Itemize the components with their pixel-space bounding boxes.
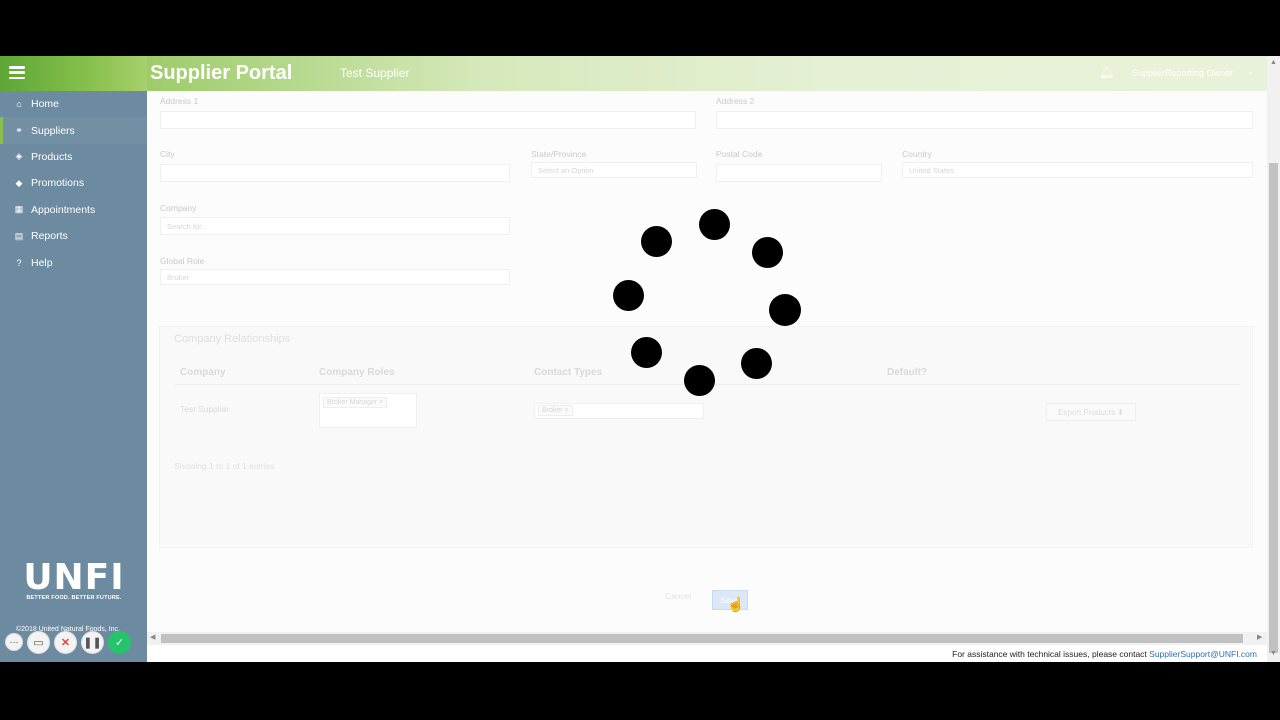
city-input[interactable] bbox=[160, 164, 510, 182]
unfi-logo: UNFI BETTER FOOD. BETTER FUTURE. bbox=[22, 557, 126, 602]
column-header-default[interactable]: Default? bbox=[887, 367, 927, 378]
chevron-down-icon[interactable]: ⌄ bbox=[1247, 66, 1255, 77]
close-icon[interactable]: ✕ bbox=[54, 631, 77, 654]
postal-input[interactable] bbox=[716, 164, 882, 182]
recorder-toolbar: ⋯ ▭ ✕ ❚❚ ✓ bbox=[5, 631, 131, 654]
sidebar-item-label: Products bbox=[31, 150, 73, 163]
sidebar-item-home[interactable]: ⌂ Home bbox=[0, 91, 147, 117]
column-header-company-roles[interactable]: Company Roles bbox=[319, 367, 395, 378]
check-icon[interactable]: ✓ bbox=[108, 631, 131, 654]
sidebar-header bbox=[0, 56, 147, 91]
global-role-select[interactable]: Broker bbox=[160, 269, 510, 285]
main-content: Address 1 Address 2 City State/Province … bbox=[147, 91, 1267, 637]
company-search-input[interactable]: Search for... bbox=[160, 217, 510, 235]
scroll-down-icon[interactable]: ▼ bbox=[1270, 650, 1277, 657]
footer: For assistance with technical issues, pl… bbox=[147, 647, 1267, 662]
panel-title: Company Relationships bbox=[174, 333, 291, 345]
current-supplier: Test Supplier bbox=[340, 66, 410, 80]
city-label: City bbox=[160, 149, 175, 159]
tag-icon: ◆ bbox=[15, 177, 23, 188]
calendar-icon: ▦ bbox=[14, 204, 24, 215]
sidebar-item-promotions[interactable]: ◆ Promotions bbox=[0, 170, 147, 196]
row-company: Test Supplier bbox=[180, 404, 230, 414]
sidebar-item-label: Appointments bbox=[31, 203, 96, 216]
scroll-right-icon[interactable]: ▶ bbox=[1257, 633, 1262, 641]
vertical-scrollbar[interactable]: ▲ ▼ bbox=[1267, 56, 1280, 662]
contact-chip[interactable]: Broker × bbox=[538, 405, 573, 416]
sidebar-item-products[interactable]: ◈ Products bbox=[0, 144, 147, 170]
scroll-left-icon[interactable]: ◀ bbox=[150, 633, 155, 641]
hand-cursor-icon: ☝ bbox=[727, 596, 745, 612]
address1-label: Address 1 bbox=[160, 96, 199, 106]
letterbox-bottom bbox=[0, 662, 1280, 720]
sidebar-item-label: Promotions bbox=[31, 177, 85, 190]
home-icon: ⌂ bbox=[16, 99, 22, 110]
page-title: Supplier Portal bbox=[150, 62, 293, 84]
sidebar-item-suppliers[interactable]: ⚭ Suppliers bbox=[0, 117, 147, 144]
bell-icon[interactable]: 🔔︎ bbox=[1099, 65, 1114, 79]
column-header-contact-types[interactable]: Contact Types bbox=[534, 367, 602, 378]
horizontal-scrollbar[interactable]: ◀ ▶ bbox=[147, 632, 1267, 645]
company-relationships-panel: Company Relationships Company Company Ro… bbox=[159, 326, 1253, 548]
sidebar-item-reports[interactable]: ▤ Reports bbox=[0, 223, 147, 249]
logo-tagline: BETTER FOOD. BETTER FUTURE. bbox=[26, 595, 122, 601]
user-menu[interactable]: SupplierReporting Owner bbox=[1132, 68, 1233, 78]
address2-label: Address 2 bbox=[716, 96, 755, 106]
app-window: ⌂ Home ⚭ Suppliers ◈ Products ◆ Promotions ▦… bbox=[0, 56, 1280, 662]
country-label: Country bbox=[902, 149, 932, 159]
company-roles-box[interactable]: Broker Manager × bbox=[319, 393, 417, 428]
company-label: Company bbox=[160, 203, 197, 213]
sidebar-item-label: Suppliers bbox=[31, 124, 75, 137]
products-icon: ◈ bbox=[15, 151, 23, 162]
state-label: State/Province bbox=[531, 149, 587, 159]
suppliers-icon: ⚭ bbox=[15, 125, 23, 136]
footer-text: For assistance with technical issues, pl… bbox=[952, 649, 1150, 659]
column-header-company[interactable]: Company bbox=[180, 367, 226, 378]
horizontal-scroll-thumb[interactable] bbox=[161, 634, 1243, 643]
table-info: Showing 1 to 1 of 1 entries bbox=[174, 461, 275, 471]
postal-label: Postal Code bbox=[716, 149, 763, 159]
sidebar-item-label: Home bbox=[31, 98, 60, 111]
logo-text: UNFI bbox=[23, 557, 125, 598]
help-icon: ? bbox=[16, 257, 22, 268]
global-role-label: Global Role bbox=[160, 256, 205, 266]
sidebar-item-appointments[interactable]: ▦ Appointments bbox=[0, 197, 147, 223]
scroll-up-icon[interactable]: ▲ bbox=[1270, 59, 1277, 66]
sidebar: ⌂ Home ⚭ Suppliers ◈ Products ◆ Promotions ▦… bbox=[0, 56, 147, 662]
role-chip[interactable]: Broker Manager × bbox=[323, 397, 388, 408]
country-select[interactable]: United States bbox=[902, 162, 1253, 178]
report-icon: ▤ bbox=[14, 230, 24, 241]
address1-input[interactable] bbox=[160, 111, 696, 129]
sidebar-item-help[interactable]: ? Help bbox=[0, 249, 147, 275]
hamburger-menu-icon[interactable] bbox=[9, 66, 25, 79]
cancel-button[interactable]: Cancel bbox=[665, 591, 691, 601]
camera-icon[interactable]: ▭ bbox=[27, 631, 50, 654]
contact-types-box[interactable]: Broker × bbox=[534, 403, 704, 419]
address2-input[interactable] bbox=[716, 111, 1253, 129]
pause-icon[interactable]: ❚❚ bbox=[81, 631, 104, 654]
export-products-button[interactable]: Export Products ⬇ bbox=[1046, 403, 1136, 421]
top-header: Supplier Portal Test Supplier 🔔︎ Supplie… bbox=[147, 56, 1267, 91]
state-select[interactable]: Select an Option bbox=[531, 162, 697, 178]
support-email-link[interactable]: SupplierSupport@UNFI.com bbox=[1149, 649, 1257, 659]
more-icon[interactable]: ⋯ bbox=[5, 633, 23, 651]
sidebar-nav: ⌂ Home ⚭ Suppliers ◈ Products ◆ Promotions ▦… bbox=[0, 91, 147, 276]
vertical-scroll-thumb[interactable] bbox=[1269, 163, 1278, 653]
sidebar-item-label: Help bbox=[31, 256, 53, 269]
header-divider bbox=[174, 384, 1240, 385]
sidebar-item-label: Reports bbox=[31, 230, 68, 243]
